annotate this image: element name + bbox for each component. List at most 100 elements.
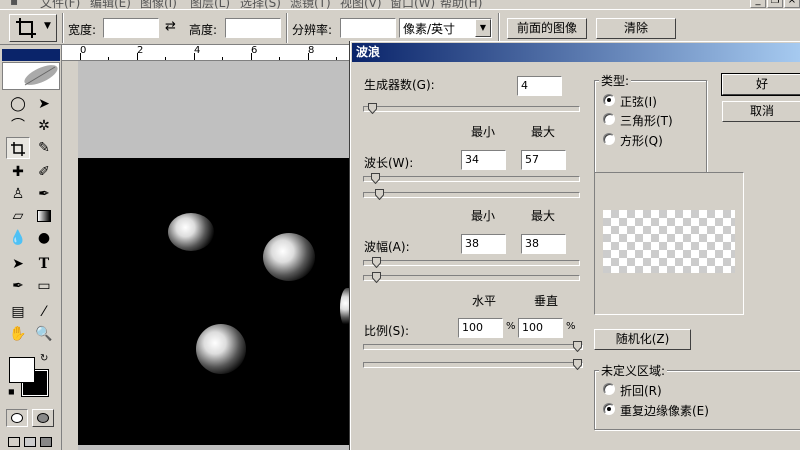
generators-input[interactable]: 4	[517, 76, 562, 96]
screen-mode-standard-icon[interactable]	[8, 437, 20, 447]
menu-filter[interactable]: 滤镜(T)	[290, 0, 331, 9]
tool-preset-picker[interactable]: ▼	[9, 14, 57, 42]
wavelength-max-input[interactable]: 57	[521, 150, 566, 170]
slider-thumb[interactable]	[573, 341, 582, 352]
minimize-icon[interactable]: _	[750, 0, 766, 8]
triangle-radio[interactable]	[603, 113, 615, 125]
slider-thumb[interactable]	[372, 272, 381, 283]
swap-colors-icon[interactable]: ↻	[40, 353, 48, 364]
repeat-edge-pixels-label[interactable]: 重复边缘像素(E)	[620, 402, 709, 419]
triangle-label[interactable]: 三角形(T)	[620, 112, 673, 129]
ok-button[interactable]: 好	[721, 73, 800, 96]
menu-edit[interactable]: 编辑(E)	[90, 0, 131, 9]
sine-radio[interactable]	[603, 94, 615, 106]
clear-button[interactable]: 清除	[596, 18, 676, 39]
marquee-tool-icon[interactable]: ◯	[6, 93, 30, 115]
slider-thumb[interactable]	[371, 173, 380, 184]
menu-select[interactable]: 选择(S)	[240, 0, 281, 9]
eraser-tool-icon[interactable]: ▱	[6, 205, 30, 227]
gradient-tool-icon[interactable]	[32, 205, 56, 227]
amplitude-max-input[interactable]: 38	[521, 234, 566, 254]
close-icon[interactable]: ×	[784, 0, 800, 8]
menu-window[interactable]: 窗口(W)	[390, 0, 435, 9]
width-input[interactable]	[103, 18, 159, 38]
menu-image[interactable]: 图像(I)	[140, 0, 177, 9]
dodge-tool-icon[interactable]: ●	[32, 227, 56, 249]
screen-mode-full-menu-icon[interactable]	[24, 437, 36, 447]
width-label: 宽度:	[68, 23, 97, 37]
horizontal-ruler: 0 2 4 6 8	[62, 45, 362, 61]
dialog-title[interactable]: 波浪	[352, 43, 800, 62]
move-tool-icon[interactable]: ➤	[32, 93, 56, 115]
app-icon[interactable]: ▪	[10, 0, 18, 8]
healing-brush-tool-icon[interactable]: ✚	[6, 161, 30, 183]
generators-slider-thumb[interactable]	[368, 103, 377, 114]
slider-thumb[interactable]	[573, 359, 582, 370]
quick-mask-mode-icon[interactable]	[32, 409, 54, 427]
preview-panel	[594, 172, 744, 315]
feather-icon	[24, 65, 58, 86]
percent-unit: %	[566, 321, 576, 332]
blur-tool-icon[interactable]: 💧	[6, 227, 30, 249]
max-header: 最大	[531, 125, 556, 139]
pen-tool-icon[interactable]: ✒	[6, 275, 30, 297]
lasso-tool-icon[interactable]: ⌒	[6, 115, 30, 137]
zoom-tool-icon[interactable]: 🔍	[32, 323, 56, 345]
amplitude-min-input[interactable]: 38	[461, 234, 506, 254]
randomize-button[interactable]: 随机化(Z)	[594, 329, 691, 350]
square-label[interactable]: 方形(Q)	[620, 132, 663, 149]
amplitude-max-slider[interactable]	[363, 272, 580, 283]
slider-thumb[interactable]	[372, 257, 381, 268]
notes-tool-icon[interactable]: ▤	[6, 301, 30, 323]
wavelength-max-slider[interactable]	[363, 189, 580, 200]
wavelength-min-slider[interactable]	[363, 173, 580, 184]
path-selection-tool-icon[interactable]: ➤	[6, 253, 30, 275]
max-header: 最大	[531, 209, 556, 223]
height-input[interactable]	[225, 18, 281, 38]
unit-select[interactable]: 像素/英寸 ▼	[399, 18, 492, 38]
history-brush-tool-icon[interactable]: ✒	[32, 183, 56, 205]
menu-view[interactable]: 视图(V)	[340, 0, 382, 9]
type-tool-icon[interactable]: T	[32, 253, 56, 275]
square-radio[interactable]	[603, 133, 615, 145]
restore-icon[interactable]: ❐	[767, 0, 783, 8]
vertical-ruler	[62, 61, 78, 450]
front-image-button[interactable]: 前面的图像	[507, 18, 587, 39]
swap-icon[interactable]: ⇄	[165, 19, 176, 34]
wrap-around-radio[interactable]	[603, 383, 615, 395]
resolution-input[interactable]	[340, 18, 396, 38]
magic-wand-tool-icon[interactable]: ✲	[32, 115, 56, 137]
menu-file[interactable]: 文件(F)	[40, 0, 80, 9]
menu-layer[interactable]: 图层(L)	[190, 0, 230, 9]
feather-logo[interactable]	[2, 62, 60, 90]
chevron-down-icon[interactable]: ▼	[475, 19, 491, 37]
brush-tool-icon[interactable]: ✐	[32, 161, 56, 183]
hand-tool-icon[interactable]: ✋	[6, 323, 30, 345]
scale-vertical-input[interactable]: 100	[518, 318, 563, 338]
scale-horizontal-slider[interactable]	[363, 341, 583, 352]
wavelength-min-input[interactable]: 34	[461, 150, 506, 170]
shape-tool-icon[interactable]: ▭	[32, 275, 56, 297]
scale-horizontal-input[interactable]: 100	[458, 318, 503, 338]
cancel-button[interactable]: 取消	[722, 101, 800, 122]
undefined-areas-title: 未定义区域:	[599, 362, 668, 379]
generators-slider[interactable]	[363, 103, 580, 114]
default-colors-icon[interactable]: ◼	[8, 387, 15, 396]
crop-tool-icon[interactable]	[6, 137, 30, 159]
toolbox: ◯ ➤ ⌒ ✲ ✎ ✚ ✐ ♙ ✒ ▱ 💧 ● ➤ T ✒ ▭ ▤ ⁄ ✋ 🔍 …	[0, 45, 62, 450]
slice-tool-icon[interactable]: ✎	[32, 137, 56, 159]
standard-mode-icon[interactable]	[6, 409, 28, 427]
menu-help[interactable]: 帮助(H)	[440, 0, 482, 9]
screen-mode-full-icon[interactable]	[40, 437, 52, 447]
amplitude-min-slider[interactable]	[363, 257, 580, 268]
slider-thumb[interactable]	[375, 189, 384, 200]
sine-label[interactable]: 正弦(I)	[620, 93, 657, 110]
scale-vertical-slider[interactable]	[363, 359, 583, 370]
wrap-around-label[interactable]: 折回(R)	[620, 382, 662, 399]
foreground-color-swatch[interactable]	[9, 357, 35, 383]
eyedropper-tool-icon[interactable]: ⁄	[32, 301, 56, 323]
horizontal-header: 水平	[472, 294, 497, 308]
repeat-edge-pixels-radio[interactable]	[603, 403, 615, 415]
clone-stamp-tool-icon[interactable]: ♙	[6, 183, 30, 205]
amplitude-label: 波幅(A):	[364, 240, 410, 254]
